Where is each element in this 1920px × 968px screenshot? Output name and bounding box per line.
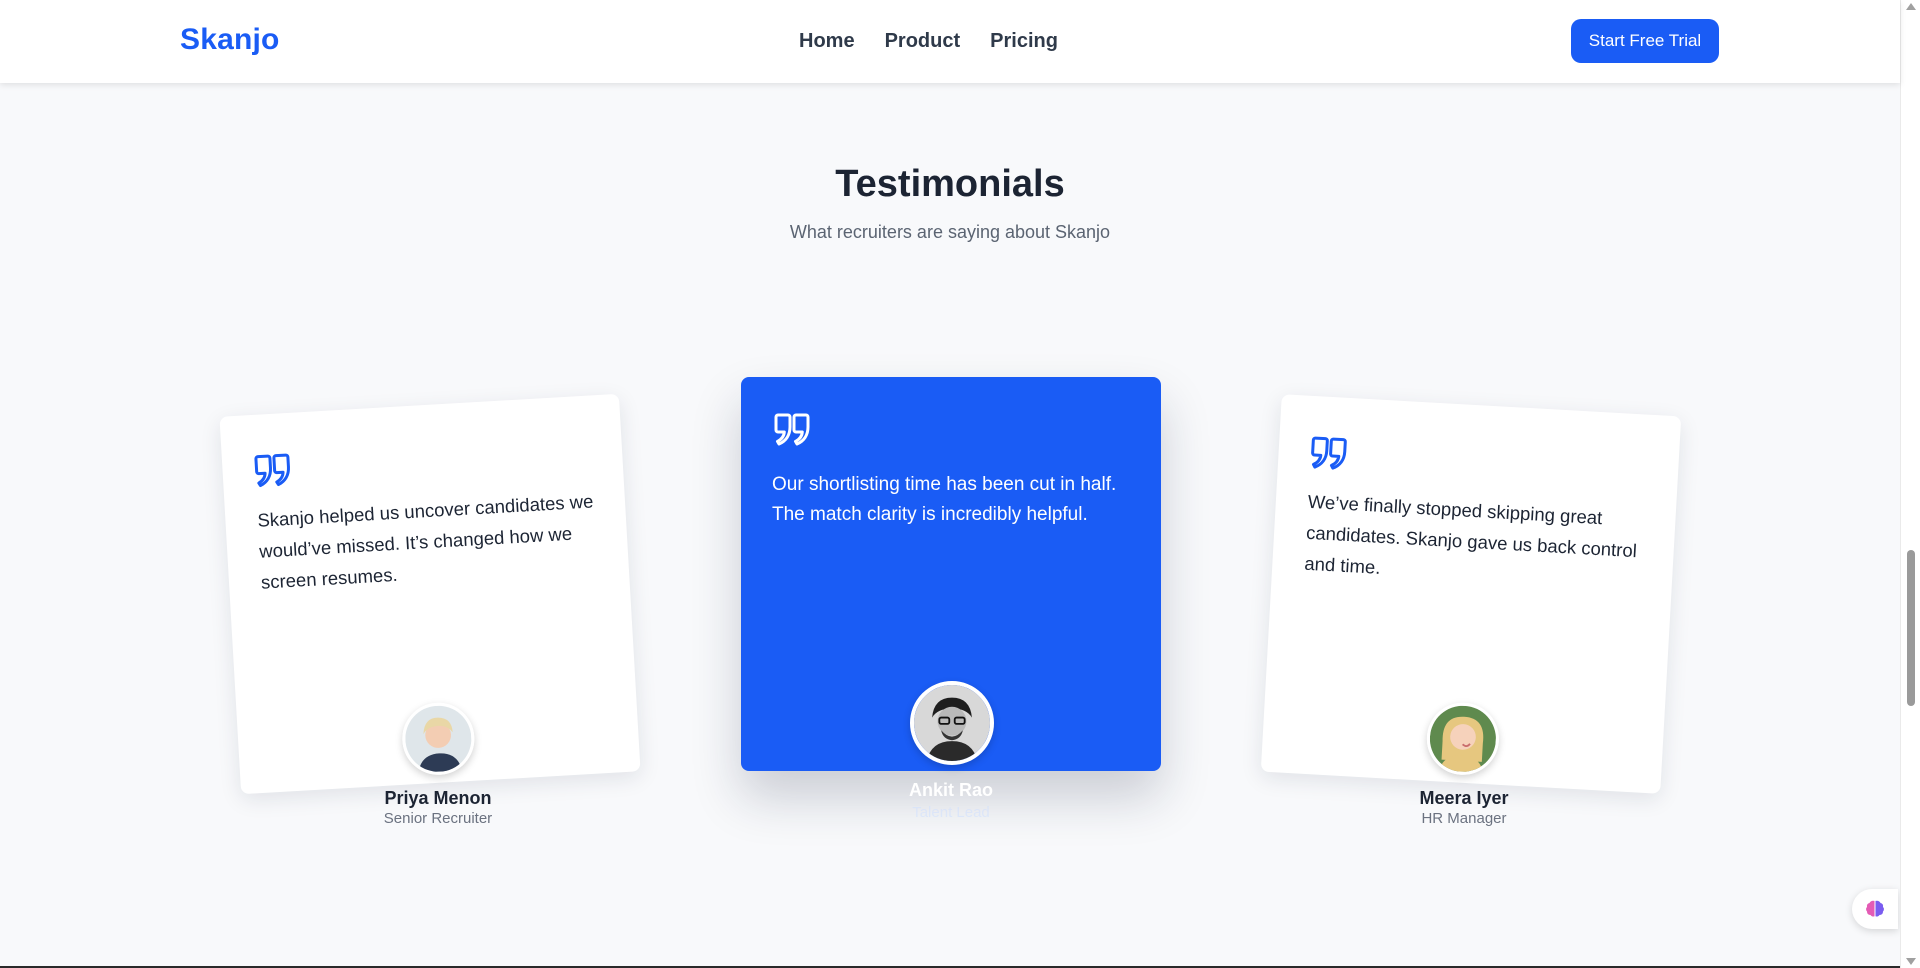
section-subtitle: What recruiters are saying about Skanjo (789, 222, 1111, 242)
nav-product-link[interactable]: Product (885, 30, 961, 53)
quote-icon (254, 451, 294, 489)
testimonial-name: Ankit Rao (908, 780, 993, 800)
testimonial-quote: Skanjo helped us uncover candidates we w… (256, 490, 594, 593)
vertical-scrollbar[interactable] (1900, 0, 1920, 968)
testimonial-quote: Our shortlisting time has been cut in ha… (772, 474, 1117, 525)
testimonial-quote: We’ve finally stopped skipping great can… (1303, 490, 1638, 578)
testimonial-role: Talent Lead (912, 804, 990, 821)
nav-home-link[interactable]: Home (799, 30, 855, 53)
quote-icon (1310, 434, 1350, 472)
testimonial-role: Senior Recruiter (383, 810, 493, 827)
testimonial-name: Meera Iyer (1419, 788, 1509, 808)
section-title: Testimonials (835, 163, 1065, 205)
testimonial-card-2: Our shortlisting time has been cut in ha… (741, 377, 1161, 771)
navbar: Skanjo Home Product Pricing Start Free T… (0, 0, 1900, 83)
scroll-up-arrow-icon[interactable] (1906, 3, 1916, 10)
scroll-down-arrow-icon[interactable] (1906, 958, 1916, 965)
man-glasses-avatar (910, 681, 994, 765)
testimonial-name: Priya Menon (384, 788, 492, 808)
nav-links: Home Product Pricing (799, 30, 1058, 53)
brand-logo[interactable]: Skanjo (180, 23, 280, 57)
nav-pricing-link[interactable]: Pricing (990, 30, 1058, 53)
start-free-trial-button[interactable]: Start Free Trial (1571, 19, 1719, 63)
testimonial-role: HR Manager (1421, 810, 1507, 827)
scroll-thumb[interactable] (1907, 550, 1915, 706)
woman-short-hair-avatar (400, 700, 477, 777)
assistant-widget-button[interactable] (1852, 889, 1898, 929)
testimonial-card-1: Skanjo helped us uncover candidates we w… (219, 393, 641, 795)
quote-icon (774, 411, 812, 447)
brain-icon (1866, 900, 1884, 917)
woman-blonde-avatar (1424, 700, 1501, 777)
testimonial-card-3: We’ve finally stopped skipping great can… (1260, 394, 1682, 794)
